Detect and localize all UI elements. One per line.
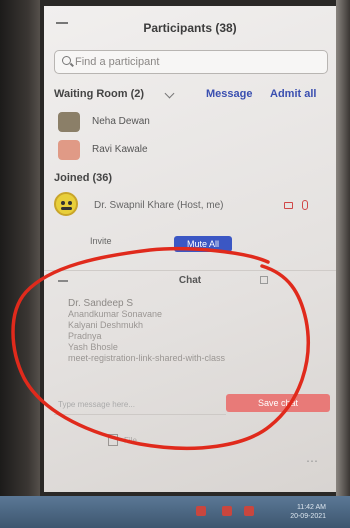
chat-header: Chat: [44, 270, 336, 291]
participant-row-host[interactable]: Dr. Swapnil Khare (Host, me): [54, 192, 334, 220]
avatar: [54, 192, 78, 216]
waiting-room-label: Waiting Room (2): [54, 88, 145, 100]
chat-message: Anandkumar Sonavane: [68, 309, 163, 319]
joined-section-label: Joined (36): [54, 172, 113, 184]
popout-icon[interactable]: [260, 276, 268, 284]
search-input[interactable]: Find a participant: [54, 50, 328, 74]
search-icon: [62, 56, 71, 65]
file-label[interactable]: File: [124, 436, 137, 445]
chat-messages: Dr. Sandeep S Anandkumar Sonavane Kalyan…: [68, 298, 308, 364]
screen-bezel: [0, 0, 40, 528]
chat-input-placeholder: Type message here...: [58, 400, 135, 409]
save-chat-button[interactable]: Save chat: [226, 394, 330, 412]
participant-name: Ravi Kawale: [92, 144, 148, 155]
waiting-participant[interactable]: Neha Dewan: [58, 112, 298, 132]
avatar: [58, 140, 80, 160]
participant-name: Dr. Swapnil Khare (Host, me): [94, 200, 224, 211]
waiting-participant[interactable]: Ravi Kawale: [58, 140, 298, 160]
taskbar-clock[interactable]: 11:42 AM 20-09-2021: [266, 503, 326, 521]
taskbar: 11:42 AM 20-09-2021: [0, 496, 350, 528]
avatar: [58, 112, 80, 132]
chat-sender: Dr. Sandeep S: [68, 298, 134, 309]
chat-message: Pradnya: [68, 331, 102, 341]
mic-off-icon[interactable]: [302, 200, 308, 210]
invite-button[interactable]: Invite: [90, 236, 112, 246]
chat-input[interactable]: Type message here...: [54, 398, 226, 415]
message-button[interactable]: Message: [206, 88, 252, 100]
file-icon[interactable]: [108, 434, 118, 446]
chat-message: meet-registration-link-shared-with-class: [68, 353, 226, 363]
chat-message: Yash Bhosle: [68, 342, 118, 352]
tray-icon[interactable]: [244, 506, 254, 516]
more-icon[interactable]: ⋯: [306, 454, 318, 468]
waiting-room-header: Waiting Room (2) Message Admit all: [54, 88, 334, 104]
video-off-icon[interactable]: [284, 202, 293, 209]
clock-time: 11:42 AM: [296, 504, 326, 511]
screen-bezel-right: [336, 0, 350, 528]
tray-icon[interactable]: [222, 506, 232, 516]
clock-date: 20-09-2021: [290, 513, 326, 520]
tray-icon[interactable]: [196, 506, 206, 516]
participant-name: Neha Dewan: [92, 116, 150, 127]
participants-panel: Participants (38) Find a participant Wai…: [44, 6, 336, 492]
panel-header: Participants (38): [44, 14, 336, 42]
chat-message: Kalyani Deshmukh: [68, 320, 144, 330]
page-title: Participants (38): [143, 21, 237, 35]
chevron-down-icon[interactable]: [164, 88, 175, 99]
mute-all-button[interactable]: Mute All: [174, 236, 232, 252]
chat-title: Chat: [178, 275, 202, 286]
search-placeholder: Find a participant: [75, 56, 160, 68]
admit-all-button[interactable]: Admit all: [270, 88, 316, 100]
